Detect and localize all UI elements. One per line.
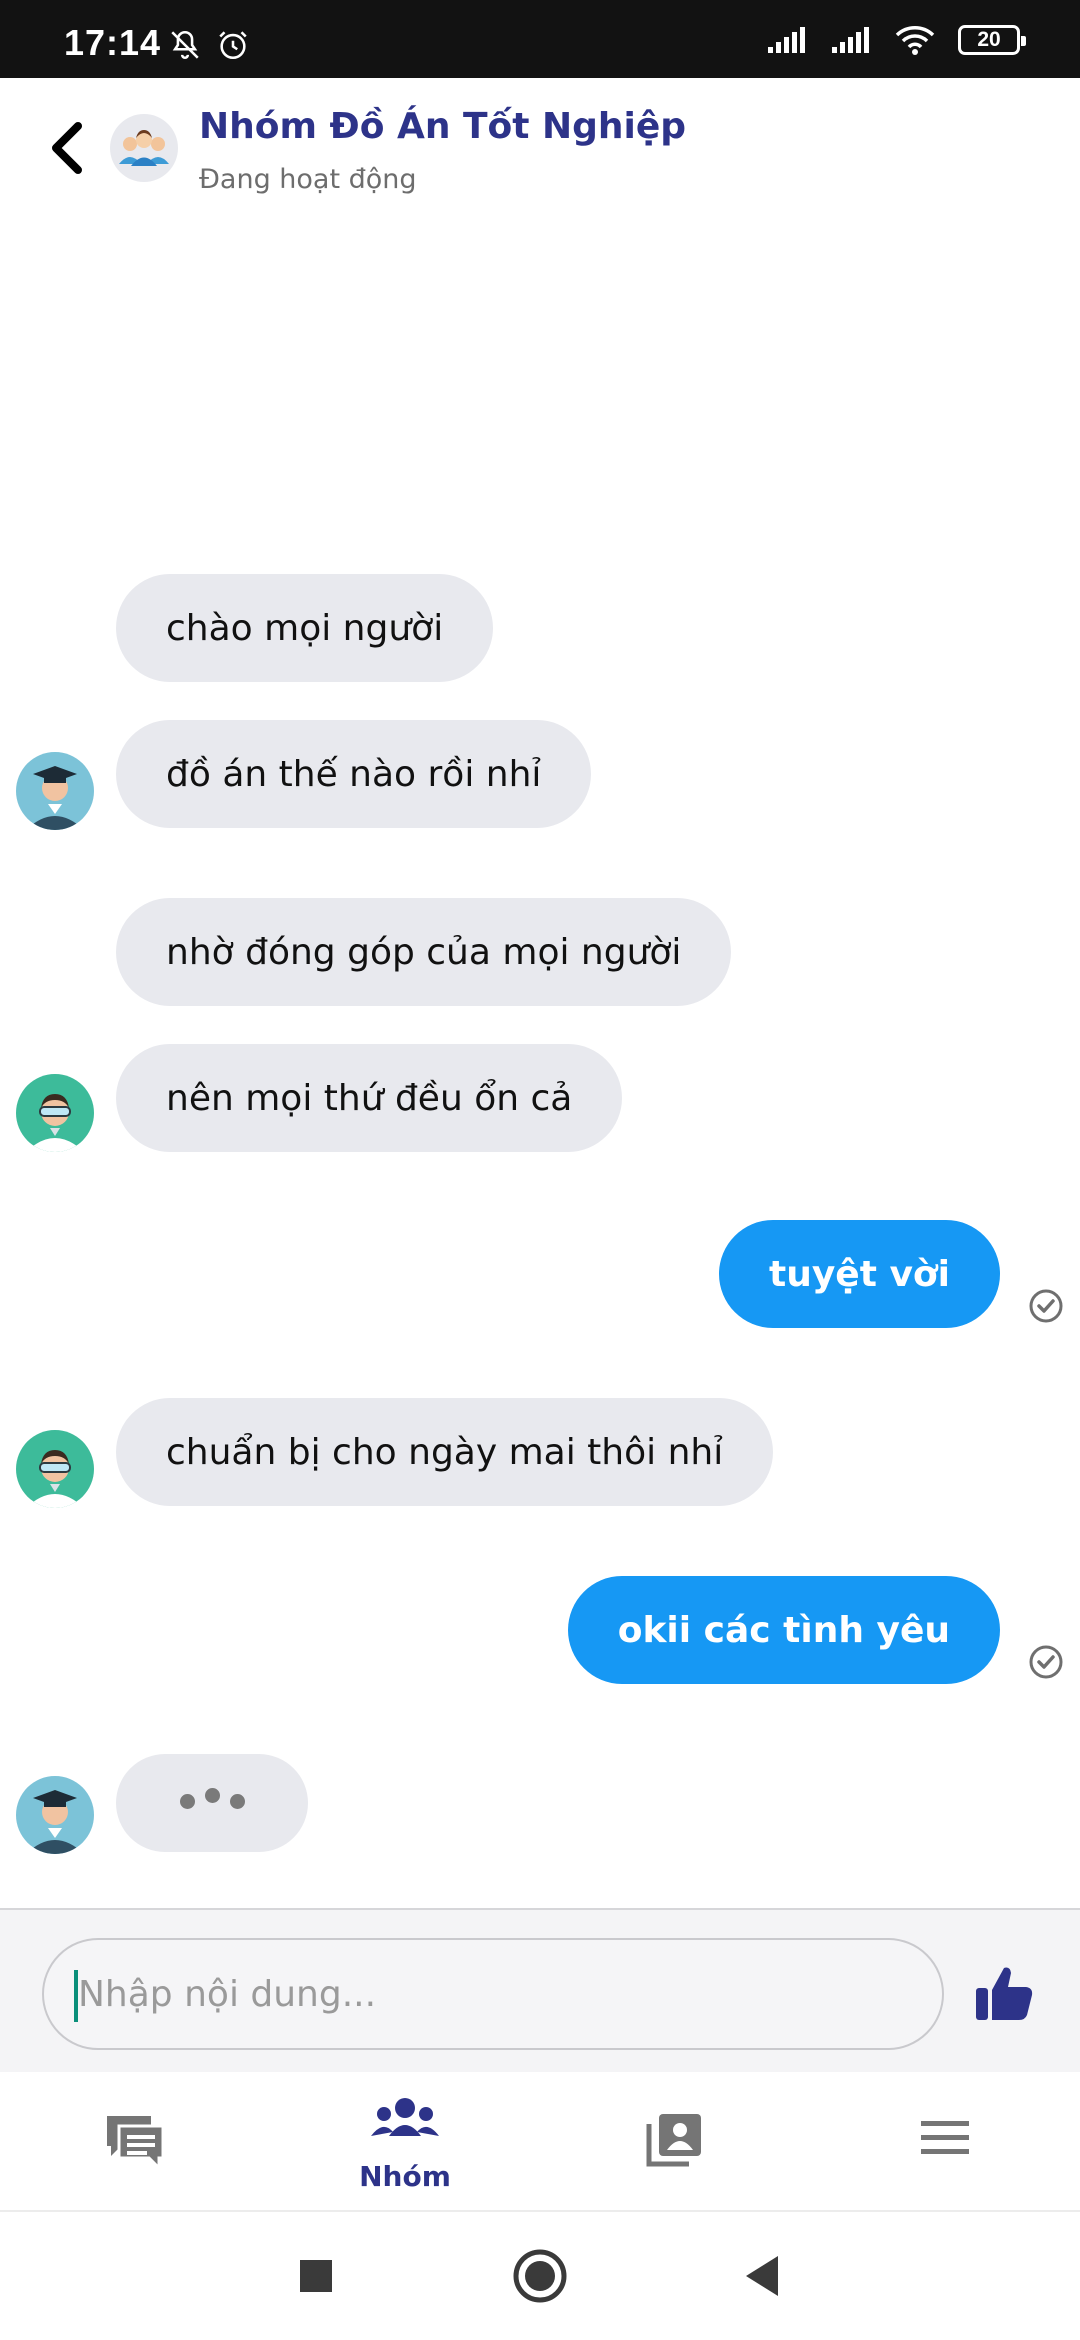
message-bubble[interactable]: nên mọi thứ đều ổn cả xyxy=(116,1044,623,1152)
bell-off-icon xyxy=(171,30,199,59)
status-time: 17:14 xyxy=(64,22,162,63)
triangle-back-icon xyxy=(746,2256,778,2296)
signal-icon xyxy=(832,27,869,53)
recents-button[interactable] xyxy=(284,2244,348,2308)
message-bubble-outgoing[interactable]: okii các tình yêu xyxy=(567,1576,1000,1684)
message-text: nên mọi thứ đều ổn cả xyxy=(166,1077,573,1119)
status-bar: 17:14 20 xyxy=(0,0,1080,78)
circle-icon xyxy=(513,2249,567,2303)
check-circle-icon xyxy=(1029,1289,1063,1323)
chevron-left-icon xyxy=(52,122,82,174)
typing-indicator xyxy=(116,1754,308,1852)
like-button[interactable] xyxy=(972,1960,1038,2026)
chat-title: Nhóm Đồ Án Tốt Nghiệp xyxy=(199,106,687,147)
nav-item-chats[interactable] xyxy=(0,2072,270,2212)
chat-header: Nhóm Đồ Án Tốt Nghiệp Đang hoạt động xyxy=(0,78,1080,208)
message-text: đồ án thế nào rồi nhỉ xyxy=(166,753,542,795)
message-text: chào mọi người xyxy=(166,607,444,649)
message-input[interactable] xyxy=(42,1938,944,2050)
thumbs-up-icon xyxy=(976,1967,1033,2020)
goggles-avatar[interactable] xyxy=(16,1430,94,1508)
chat-icon xyxy=(107,2116,165,2172)
message-composer xyxy=(0,1908,1080,2072)
message-text: tuyệt vời xyxy=(768,1253,950,1295)
alarm-icon xyxy=(219,31,247,60)
nav-item-groups[interactable]: Nhóm xyxy=(270,2072,540,2212)
back-nav-button[interactable] xyxy=(730,2244,794,2308)
signal-icon xyxy=(768,27,805,53)
nav-item-contacts[interactable] xyxy=(540,2072,810,2212)
back-button[interactable] xyxy=(44,118,94,188)
check-circle-icon xyxy=(1029,1645,1063,1679)
message-text: nhờ đóng góp của mọi người xyxy=(166,931,682,973)
system-navigation xyxy=(0,2212,1080,2340)
message-bubble[interactable]: nhờ đóng góp của mọi người xyxy=(116,898,732,1006)
graduate-avatar[interactable] xyxy=(16,752,94,830)
home-button[interactable] xyxy=(508,2244,572,2308)
message-bubble[interactable]: đồ án thế nào rồi nhỉ xyxy=(116,720,592,828)
message-text: okii các tình yêu xyxy=(617,1609,950,1651)
group-avatar-icon[interactable] xyxy=(110,114,178,182)
graduate-avatar[interactable] xyxy=(16,1776,94,1854)
square-icon xyxy=(300,2260,332,2292)
chat-status: Đang hoạt động xyxy=(199,164,417,195)
nav-label-groups: Nhóm xyxy=(359,2160,451,2193)
menu-icon xyxy=(921,2121,969,2154)
wifi-icon xyxy=(895,26,935,55)
text-caret xyxy=(74,1970,78,2022)
message-text: chuẩn bị cho ngày mai thôi nhỉ xyxy=(166,1431,724,1473)
battery-level: 20 xyxy=(977,28,1001,51)
message-bubble[interactable]: chào mọi người xyxy=(116,574,494,682)
goggles-avatar[interactable] xyxy=(16,1074,94,1152)
battery-icon: 20 xyxy=(958,25,1026,55)
message-bubble[interactable]: chuẩn bị cho ngày mai thôi nhỉ xyxy=(116,1398,774,1506)
contacts-icon xyxy=(646,2114,701,2167)
message-bubble-outgoing[interactable]: tuyệt vời xyxy=(718,1220,1000,1328)
typing-dots-icon xyxy=(179,1787,245,1809)
bottom-navigation: Nhóm xyxy=(0,2072,1080,2212)
group-icon xyxy=(371,2098,439,2136)
nav-item-menu[interactable] xyxy=(810,2072,1080,2212)
